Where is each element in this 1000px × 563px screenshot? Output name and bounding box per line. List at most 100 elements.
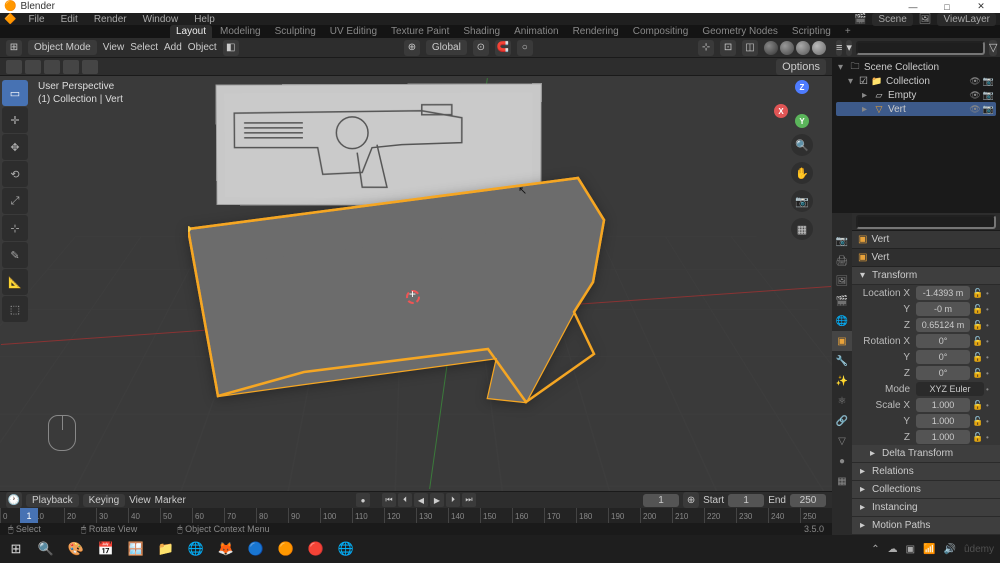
lock-icon[interactable]: 🔓 xyxy=(972,416,984,427)
prop-tab-object[interactable]: ▣ xyxy=(832,331,852,351)
lock-icon[interactable]: 🔓 xyxy=(972,336,984,347)
navigation-gizmo[interactable]: Z X Y xyxy=(778,80,826,128)
keyframe-prev-icon[interactable]: ⏴ xyxy=(398,493,412,507)
workspace-rendering[interactable]: Rendering xyxy=(567,25,625,38)
tray-app-icon[interactable]: ▣ xyxy=(906,544,915,555)
keyframe-dot-icon[interactable]: • xyxy=(986,353,996,362)
overlay-toggle-icon[interactable]: ⊡ xyxy=(720,40,736,56)
orientation-selector[interactable]: Global xyxy=(426,40,467,55)
lock-icon[interactable]: 🔓 xyxy=(972,320,984,331)
prop-tab-render[interactable]: 📷 xyxy=(832,231,852,251)
menu-file[interactable]: File xyxy=(24,14,48,25)
tool-cursor[interactable]: ✛ xyxy=(2,107,28,133)
timeline-marker[interactable]: Marker xyxy=(155,495,186,506)
keyframe-dot-icon[interactable]: • xyxy=(986,401,996,410)
render-icon[interactable]: 📷 xyxy=(983,90,994,101)
outliner-item-vert[interactable]: ▸ ▽ Vert 👁📷 xyxy=(836,102,996,116)
tool-rotate[interactable]: ⟲ xyxy=(2,161,28,187)
outliner-scene-collection[interactable]: ▾ 🗀 Scene Collection xyxy=(836,60,996,74)
field-location-z[interactable]: 0.65124 m xyxy=(916,318,970,332)
taskbar-app-3[interactable]: 🪟 xyxy=(126,539,146,559)
window-close[interactable]: ✕ xyxy=(966,0,996,13)
section-collections[interactable]: ▸Collections xyxy=(852,481,1000,499)
tray-chevron-icon[interactable]: ⌃ xyxy=(871,544,879,555)
tray-volume-icon[interactable]: 🔊 xyxy=(944,544,956,555)
tool-select-box[interactable]: ▭ xyxy=(2,80,28,106)
field-scale-y[interactable]: 1.000 xyxy=(916,414,970,428)
prop-tab-physics[interactable]: ⚛ xyxy=(832,391,852,411)
snap-icon[interactable]: 🧲 xyxy=(495,40,511,56)
workspace-add[interactable]: + xyxy=(839,25,857,38)
taskbar-app-4[interactable]: 🔵 xyxy=(246,539,266,559)
workspace-sculpting[interactable]: Sculpting xyxy=(269,25,322,38)
tool-add-cube[interactable]: ⬚ xyxy=(2,296,28,322)
autokey-icon[interactable]: ● xyxy=(356,493,370,507)
shading-modes[interactable] xyxy=(764,41,826,55)
prop-tab-output[interactable]: 🖨 xyxy=(832,251,852,271)
field-scale-z[interactable]: 1.000 xyxy=(916,430,970,444)
section-transform[interactable]: ▾Transform xyxy=(852,267,1000,285)
workspace-uv[interactable]: UV Editing xyxy=(324,25,383,38)
prop-tab-texture[interactable]: ▦ xyxy=(832,471,852,491)
start-menu-icon[interactable]: ⊞ xyxy=(6,539,26,559)
menu-window[interactable]: Window xyxy=(139,14,183,25)
field-scale-x[interactable]: 1.000 xyxy=(916,398,970,412)
outliner-search[interactable] xyxy=(856,41,985,55)
tool-transform[interactable]: ⊹ xyxy=(2,215,28,241)
keyframe-dot-icon[interactable]: • xyxy=(986,289,996,298)
viewlayer-selector[interactable]: ViewLayer xyxy=(937,13,996,26)
taskbar-app-1[interactable]: 🎨 xyxy=(66,539,86,559)
render-icon[interactable]: 📷 xyxy=(983,104,994,115)
prop-tab-material[interactable]: ● xyxy=(832,451,852,471)
keyframe-dot-icon[interactable]: • xyxy=(986,321,996,330)
workspace-modeling[interactable]: Modeling xyxy=(214,25,267,38)
nav-axis-x[interactable]: X xyxy=(774,104,788,118)
prop-tab-particles[interactable]: ✨ xyxy=(832,371,852,391)
lock-icon[interactable]: 🔓 xyxy=(972,352,984,363)
taskbar-file-explorer[interactable]: 📁 xyxy=(156,539,176,559)
section-relations[interactable]: ▸Relations xyxy=(852,463,1000,481)
tool-annotate[interactable]: ✎ xyxy=(2,242,28,268)
lock-icon[interactable]: 🔓 xyxy=(972,400,984,411)
window-maximize[interactable]: □ xyxy=(932,0,962,13)
menu-select[interactable]: Select xyxy=(130,42,158,53)
menu-object[interactable]: Object xyxy=(188,42,217,53)
taskbar-app-2[interactable]: 📅 xyxy=(96,539,116,559)
timeline-view[interactable]: View xyxy=(129,495,151,506)
properties-search[interactable] xyxy=(856,215,996,229)
menu-edit[interactable]: Edit xyxy=(57,14,82,25)
lock-icon[interactable]: 🔓 xyxy=(972,304,984,315)
play-reverse-icon[interactable]: ◀ xyxy=(414,493,428,507)
selector-4[interactable] xyxy=(63,60,79,74)
outliner-item-empty[interactable]: ▸ ▱ Empty 👁📷 xyxy=(836,88,996,102)
proportional-icon[interactable]: ○ xyxy=(517,40,533,56)
nav-axis-z[interactable]: Z xyxy=(795,80,809,94)
shading-material[interactable] xyxy=(796,41,810,55)
field-rotation-mode[interactable]: XYZ Euler xyxy=(916,382,984,396)
taskbar-chrome-2[interactable]: 🌐 xyxy=(336,539,356,559)
keyframe-dot-icon[interactable]: • xyxy=(986,369,996,378)
prop-tab-modifiers[interactable]: 🔧 xyxy=(832,351,852,371)
keyframe-dot-icon[interactable]: • xyxy=(986,433,996,442)
render-icon[interactable]: 📷 xyxy=(983,76,994,87)
menu-add[interactable]: Add xyxy=(164,42,182,53)
selector-5[interactable] xyxy=(82,60,98,74)
prop-tab-world[interactable]: 🌐 xyxy=(832,311,852,331)
perspective-toggle-icon[interactable]: ▦ xyxy=(791,218,813,240)
prop-tab-scene[interactable]: 🎬 xyxy=(832,291,852,311)
tool-scale[interactable]: ⤢ xyxy=(2,188,28,214)
mode-selector[interactable]: Object Mode xyxy=(28,40,97,55)
lock-icon[interactable]: 🔓 xyxy=(972,288,984,299)
workspace-layout[interactable]: Layout xyxy=(170,25,212,38)
keyframe-dot-icon[interactable]: • xyxy=(986,305,996,314)
workspace-geonodes[interactable]: Geometry Nodes xyxy=(696,25,784,38)
prop-tab-data[interactable]: ▽ xyxy=(832,431,852,451)
taskbar-app-5[interactable]: 🔴 xyxy=(306,539,326,559)
tool-settings-icon[interactable]: ◧ xyxy=(223,40,239,56)
nav-axis-y[interactable]: Y xyxy=(795,114,809,128)
keyframe-next-icon[interactable]: ⏵ xyxy=(446,493,460,507)
section-instancing[interactable]: ▸Instancing xyxy=(852,499,1000,517)
selector-3[interactable] xyxy=(44,60,60,74)
frame-jump-icon[interactable]: ⊕ xyxy=(683,492,699,508)
eye-icon[interactable]: 👁 xyxy=(969,76,980,87)
